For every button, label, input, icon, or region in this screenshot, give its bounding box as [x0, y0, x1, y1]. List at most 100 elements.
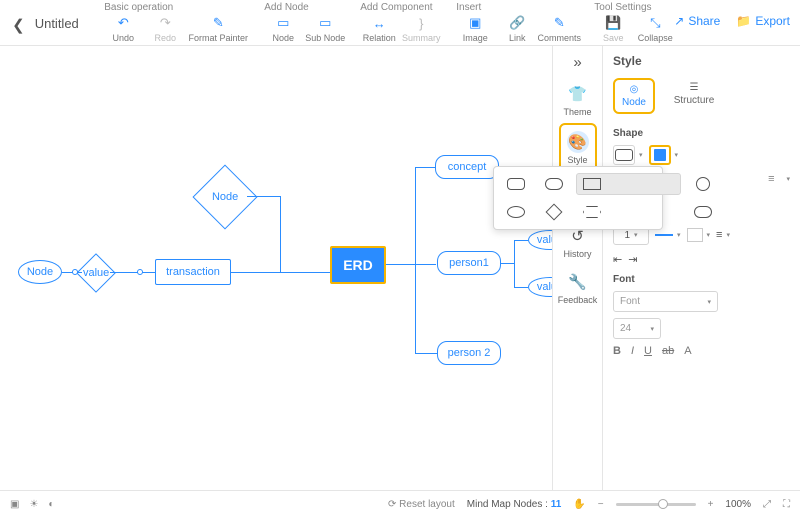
group-addnode-label: Add Node: [264, 2, 344, 13]
relation-button[interactable]: ↔Relation: [360, 15, 398, 43]
shape-capsule[interactable]: [687, 201, 719, 223]
strike-button[interactable]: ab: [662, 345, 674, 357]
shape-circle[interactable]: [687, 173, 719, 195]
panel-collapse-icon[interactable]: »: [573, 54, 581, 71]
bold-button[interactable]: B: [613, 345, 621, 357]
shape-section-label: Shape: [613, 128, 790, 139]
node-v1[interactable]: value: [76, 253, 116, 293]
presentation-icon[interactable]: ▣: [10, 499, 19, 510]
connector: [501, 263, 515, 264]
collapse-button[interactable]: ⤡Collapse: [636, 15, 674, 43]
node-icon: ▭: [275, 15, 291, 31]
zoom-in-icon[interactable]: +: [708, 499, 714, 510]
redo-button[interactable]: ↷Redo: [146, 15, 184, 43]
connector: [110, 272, 155, 273]
doc-title[interactable]: Untitled: [35, 16, 93, 31]
connector: [415, 167, 435, 168]
shape-picker-button[interactable]: [613, 145, 635, 165]
shape-popover: [493, 166, 663, 230]
insert-image-button[interactable]: ▣Image: [456, 15, 494, 43]
zoom-value: 100%: [725, 499, 751, 510]
redo-icon: ↷: [157, 15, 173, 31]
rail-feedback[interactable]: 🔧Feedback: [559, 265, 597, 311]
export-icon: 📁: [736, 14, 751, 28]
font-section-label: Font: [613, 274, 790, 285]
node-person2[interactable]: person 2: [437, 341, 501, 365]
border-color[interactable]: [655, 234, 673, 236]
line-style-button[interactable]: ≡: [716, 229, 722, 241]
shirt-icon: 👕: [567, 83, 589, 105]
shape-rounded-rect[interactable]: [500, 173, 532, 195]
subtab-structure[interactable]: ☰Structure: [673, 78, 715, 114]
connector: [386, 264, 436, 265]
connector: [415, 167, 416, 353]
subtab-node[interactable]: ◎Node: [613, 78, 655, 114]
link-icon: 🔗: [509, 15, 525, 31]
indent-left-icon[interactable]: ⇤: [613, 253, 622, 266]
comments-button[interactable]: ✎Comments: [540, 15, 578, 43]
dark-icon[interactable]: ◐: [48, 499, 54, 510]
connector-dot: [137, 269, 143, 275]
group-tools-label: Tool Settings: [594, 2, 674, 13]
shape-ellipse[interactable]: [500, 201, 532, 223]
export-button[interactable]: 📁Export: [736, 14, 790, 28]
shape-hexagon[interactable]: [576, 201, 608, 223]
connector-dot: [72, 269, 78, 275]
shape-diamond[interactable]: [538, 201, 570, 223]
rail-theme[interactable]: 👕Theme: [559, 77, 597, 123]
add-node-button[interactable]: ▭Node: [264, 15, 302, 43]
node-count-label: Mind Map Nodes : 11: [467, 499, 562, 510]
node-n2[interactable]: Node: [192, 164, 257, 229]
structure-icon: ☰: [690, 82, 699, 93]
format-painter-icon: ✎: [210, 15, 226, 31]
node-person1[interactable]: person1: [437, 251, 501, 275]
fill-color-button[interactable]: [649, 145, 671, 165]
diagram-canvas[interactable]: Node value transaction Node ERD concept …: [0, 46, 800, 490]
fullscreen-icon[interactable]: ⛶: [783, 499, 790, 510]
wrench-icon: 🔧: [567, 271, 589, 293]
node-concept[interactable]: concept: [435, 155, 499, 179]
connector: [231, 272, 330, 273]
indent-right-icon[interactable]: ⇥: [628, 253, 637, 266]
shape-rect[interactable]: [576, 173, 681, 195]
fit-icon[interactable]: ⤢: [763, 499, 771, 510]
font-color-button[interactable]: A: [684, 345, 691, 357]
add-subnode-button[interactable]: ▭Sub Node: [306, 15, 344, 43]
shape-pill[interactable]: [538, 173, 570, 195]
connector: [514, 240, 515, 287]
pan-icon[interactable]: ✋: [573, 499, 585, 510]
share-button[interactable]: ↗Share: [674, 14, 720, 28]
summary-button[interactable]: }Summary: [402, 15, 440, 43]
zoom-out-icon[interactable]: −: [598, 499, 604, 510]
format-painter-button[interactable]: ✎Format Painter: [188, 15, 248, 43]
zoom-slider[interactable]: [616, 503, 696, 506]
align-button[interactable]: ≡: [768, 173, 774, 185]
connector: [280, 196, 281, 272]
panel-title: Style: [613, 54, 790, 68]
connector: [514, 240, 528, 241]
save-button[interactable]: 💾Save: [594, 15, 632, 43]
connector: [247, 196, 280, 197]
italic-button[interactable]: I: [631, 345, 634, 357]
comment-icon: ✎: [551, 15, 567, 31]
node-erd[interactable]: ERD: [330, 246, 386, 284]
font-family-select[interactable]: Font▾: [613, 291, 718, 312]
node-n1[interactable]: Node: [18, 260, 62, 284]
collapse-icon: ⤡: [647, 15, 663, 31]
connector: [415, 353, 437, 354]
back-button[interactable]: ❮: [10, 16, 27, 34]
undo-button[interactable]: ↶Undo: [104, 15, 142, 43]
border-style-button[interactable]: [687, 228, 703, 242]
summary-icon: }: [413, 15, 429, 31]
undo-icon: ↶: [115, 15, 131, 31]
font-size-select[interactable]: 24▾: [613, 318, 661, 339]
insert-link-button[interactable]: 🔗Link: [498, 15, 536, 43]
group-basic-label: Basic operation: [104, 2, 248, 13]
share-icon: ↗: [674, 14, 684, 28]
underline-button[interactable]: U: [644, 345, 652, 357]
reset-layout-button[interactable]: ⟳ Reset layout: [388, 499, 455, 510]
brightness-icon[interactable]: ☀: [29, 499, 38, 510]
node-transaction[interactable]: transaction: [155, 259, 231, 285]
group-addcomp-label: Add Component: [360, 2, 440, 13]
image-icon: ▣: [467, 15, 483, 31]
